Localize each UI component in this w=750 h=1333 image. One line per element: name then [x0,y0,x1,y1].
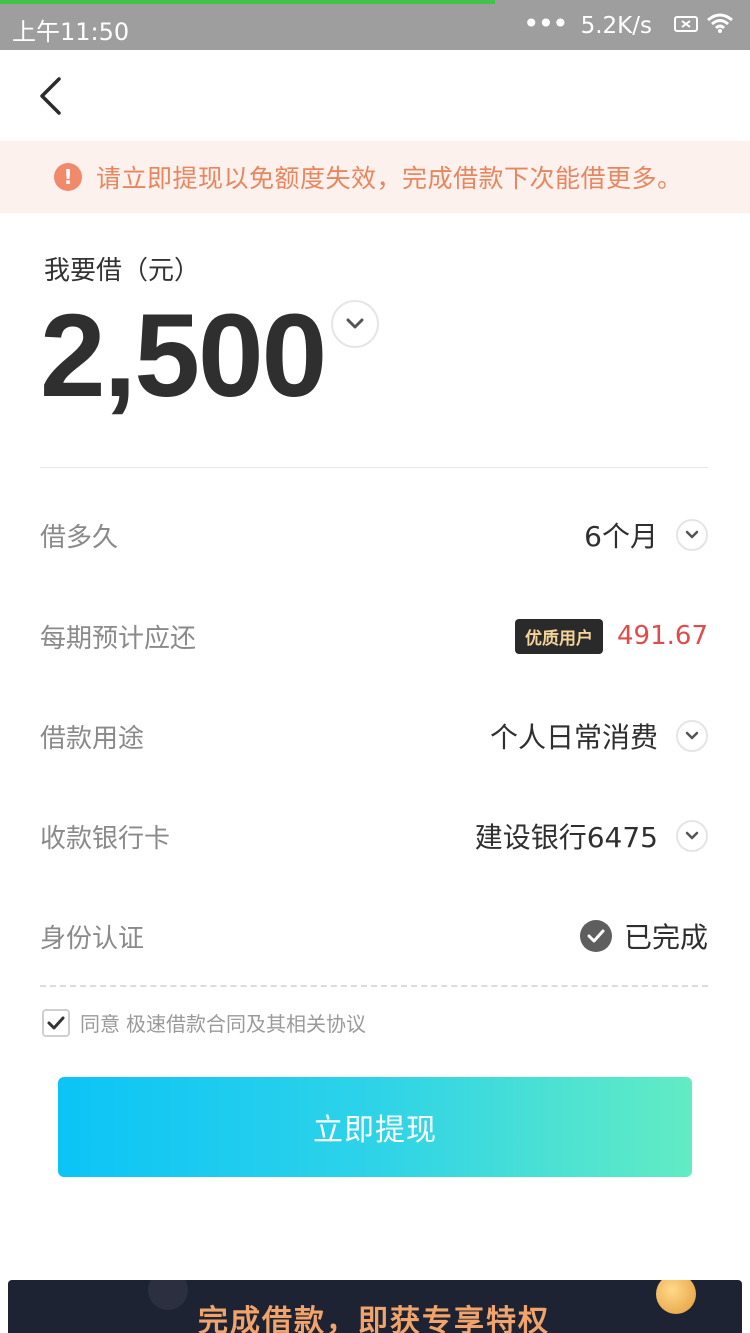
promo-banner[interactable]: 完成借款，即获专享特权 [8,1280,742,1333]
identity-row: 身份认证 已完成 [40,906,708,966]
status-time: 上午11:50 [12,18,130,46]
coin-icon [656,1280,696,1314]
payment-row: 每期预计应还 优质用户 491.67 [40,606,708,666]
warning-icon: ! [54,163,82,191]
withdraw-button-label: 立即提现 [313,1113,437,1148]
chevron-down-icon[interactable] [676,720,708,752]
agreement: 同意 极速借款合同及其相关协议 [42,1008,366,1037]
dashed-divider [40,985,708,987]
notice-text: 请立即提现以免额度失效，完成借款下次能借更多。 [96,164,683,193]
duration-value: 6个月 [584,520,658,553]
wifi-icon [706,12,734,40]
purpose-row[interactable]: 借款用途 个人日常消费 [40,706,708,766]
chevron-down-icon [346,318,364,329]
check-circle-icon [579,920,612,952]
purpose-value: 个人日常消费 [489,721,658,754]
chevron-down-icon[interactable] [676,820,708,852]
amount-value[interactable]: 2,500 [40,288,327,424]
duration-label: 借多久 [40,522,119,553]
identity-status: 已完成 [579,916,708,956]
agreement-checkbox[interactable] [42,1008,70,1037]
more-dots-icon: ••• [523,7,569,40]
payment-info: 优质用户 491.67 [515,618,708,654]
identity-label: 身份认证 [40,923,145,954]
sim-off-icon [674,13,698,39]
amount-label: 我要借（元） [44,256,201,286]
status-right: ••• 5.2K/s [523,7,734,40]
purpose-selector[interactable]: 个人日常消费 [490,716,708,756]
bank-card-value: 建设银行6475 [474,821,658,854]
chevron-down-icon[interactable] [676,519,708,551]
page-load-progress [0,0,495,4]
agreement-link[interactable]: 极速借款合同及其相关协议 [126,1008,366,1037]
purpose-label: 借款用途 [40,723,145,754]
payment-value: 491.67 [617,621,708,651]
banner-text: 完成借款，即获专享特权 [198,1304,550,1333]
bank-card-label: 收款银行卡 [40,823,171,854]
duration-row[interactable]: 借多久 6个月 [40,505,708,565]
amount-dropdown-button[interactable] [331,300,379,348]
bank-card-selector[interactable]: 建设银行6475 [475,816,708,856]
agreement-prefix: 同意 [80,1012,120,1036]
duration-selector[interactable]: 6个月 [584,515,708,555]
premium-user-badge: 优质用户 [515,618,604,654]
chevron-left-icon [40,77,61,115]
withdraw-button[interactable]: 立即提现 [58,1077,692,1177]
network-speed: 5.2K/s [580,13,652,39]
identity-value: 已完成 [623,921,708,954]
bank-card-row[interactable]: 收款银行卡 建设银行6475 [40,806,708,866]
notice-banner: ! 请立即提现以免额度失效，完成借款下次能借更多。 [0,141,750,213]
checkmark-icon [47,1016,65,1029]
banner-decoration [148,1280,188,1310]
status-bar: 上午11:50 ••• 5.2K/s [0,0,750,50]
divider [40,467,708,468]
payment-label: 每期预计应还 [40,623,197,654]
back-button[interactable] [28,72,72,120]
